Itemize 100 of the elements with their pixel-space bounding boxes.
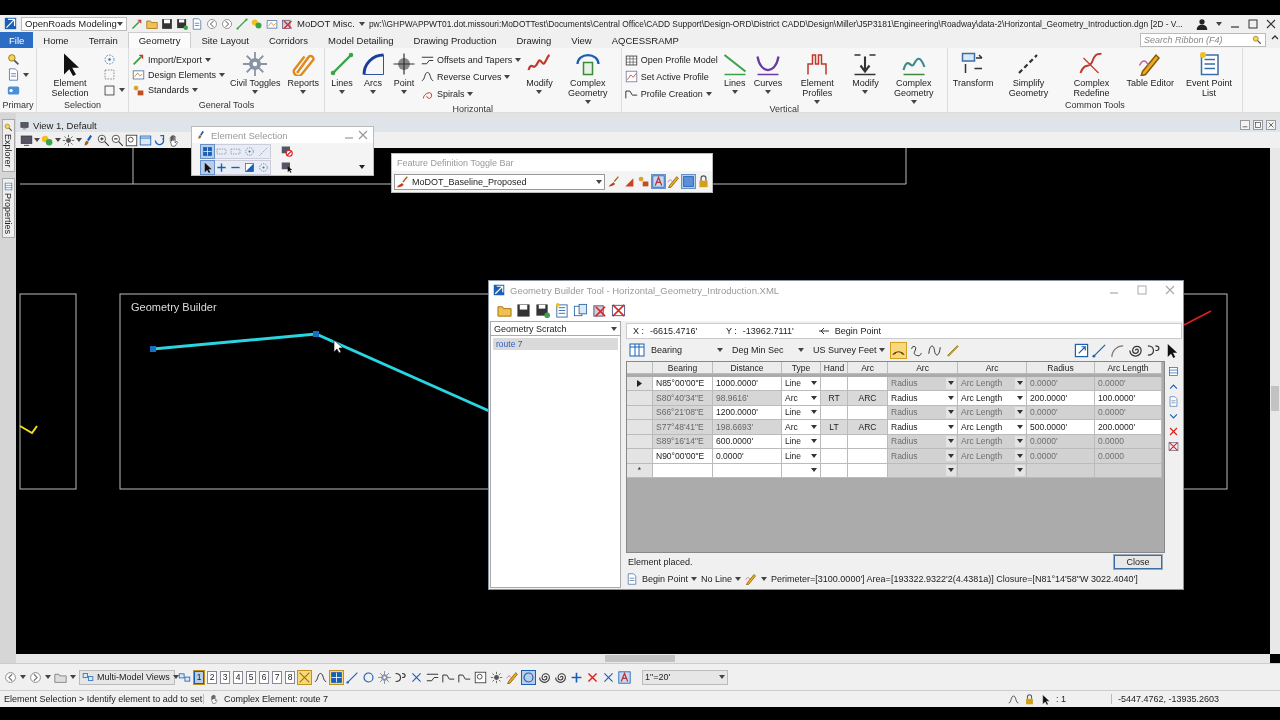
scale-dropdown[interactable]: 1"=20' (642, 669, 728, 685)
ribbon-tool[interactable]: Spirals (420, 87, 522, 101)
point-dropdown[interactable]: Begin Point (642, 574, 698, 584)
table-cell: 500.0000' (1027, 420, 1095, 435)
scratch-dropdown[interactable]: Geometry Scratch (491, 322, 620, 336)
ribbon-tool[interactable]: Lines (720, 50, 749, 104)
view-button[interactable]: 1 (194, 670, 204, 684)
table-cell: 0.0000' (713, 449, 782, 464)
ribbon-tool[interactable]: Import/Export (132, 53, 226, 67)
column-header: Bearing (653, 362, 713, 374)
view-button[interactable]: 8 (285, 670, 295, 684)
field-label: X : (633, 326, 644, 336)
ribbon-tab[interactable]: Drawing (506, 32, 562, 48)
view-button[interactable]: 4 (233, 670, 243, 684)
workflow-dropdown[interactable]: OpenRoads Modeling (21, 16, 127, 31)
dropdown-cell[interactable]: Radius (888, 420, 958, 435)
dropdown-cell[interactable]: Radius (888, 449, 958, 464)
table-cell: S77°48'41"E (653, 420, 713, 435)
line-dropdown[interactable]: No Line (701, 574, 742, 584)
dialog-titlebar: Element Selection (192, 127, 373, 143)
hand-button[interactable]: LT (821, 420, 848, 435)
search-field[interactable]: Search Ribbon (F4) (1140, 33, 1266, 47)
dropdown-cell[interactable]: Radius (888, 391, 958, 406)
ribbon-tab[interactable]: Corridors (258, 32, 319, 48)
toolbar-title: Feature Definition Toggle Bar (392, 154, 712, 171)
group-label: Common Tools (1063, 100, 1126, 112)
ribbon-tool[interactable]: Event Point List (1178, 50, 1239, 100)
ribbon-tab[interactable]: Home (33, 32, 79, 48)
arc-button[interactable]: ARC (848, 420, 888, 435)
ribbon-tab[interactable]: Model Detailing (318, 32, 404, 48)
point-label: Begin Point (834, 326, 881, 336)
dropdown-cell[interactable]: Radius (888, 376, 958, 391)
ribbon-tool[interactable]: Point (389, 50, 418, 104)
field-label: Y : (726, 326, 737, 336)
ribbon-tool[interactable]: Transform (950, 50, 996, 100)
arc-button[interactable]: ARC (848, 391, 888, 406)
ribbon-tool[interactable]: Open Profile Model (624, 53, 718, 67)
side-panel-tab[interactable]: Explorer (1, 119, 15, 172)
coordinate-value: -13962.7111' (742, 326, 795, 336)
selection-count: : 1 (1056, 694, 1067, 704)
ribbon-tool[interactable]: Element Selection (40, 50, 100, 100)
feature-dropdown[interactable]: MoDOT_Baseline_Proposed (394, 173, 605, 190)
ribbon-tab[interactable]: AQCESSRAMP (601, 32, 689, 48)
coordinate-value: -6615.4716' (650, 326, 699, 336)
dropdown-cell[interactable]: Arc Length (958, 449, 1027, 464)
ribbon-tool[interactable]: Standards (132, 83, 226, 97)
column-header: Type (782, 362, 821, 374)
ribbon-tool[interactable]: Profile Creation (624, 87, 718, 101)
dropdown-cell[interactable]: Arc Length (958, 376, 1027, 391)
dropdown-cell[interactable]: Line (782, 376, 821, 391)
ribbon-tab[interactable]: Terrain (78, 32, 128, 48)
ribbon-tool[interactable]: Reports (285, 50, 321, 100)
ribbon-tool[interactable]: Arcs (358, 50, 387, 104)
column-header: Arc Length (1095, 362, 1162, 374)
ribbon-tool[interactable]: Complex Geometry (883, 50, 944, 104)
ribbon-tab[interactable]: Geometry (127, 32, 192, 48)
group-label: Selection (63, 100, 102, 112)
ribbon-tool[interactable]: Reverse Curves (420, 70, 522, 84)
dropdown-cell[interactable]: Arc Length (958, 391, 1027, 406)
table-cell: 200.0000' (1095, 420, 1162, 435)
ribbon-tool[interactable]: Complex Geometry (557, 50, 618, 104)
table-cell: 1000.0000' (713, 376, 782, 391)
group-label: Horizontal (451, 104, 495, 114)
ribbon-tab[interactable]: Site Layout (191, 32, 259, 48)
table-cell: N85°00'00"E (653, 376, 713, 391)
ribbon-tool[interactable]: Complex Redefine (1061, 50, 1122, 100)
dropdown-cell[interactable]: Line (782, 449, 821, 464)
column-header: Radius (1027, 362, 1095, 374)
dropdown-cell[interactable]: Arc (782, 391, 821, 406)
ribbon-tab[interactable]: File (0, 32, 34, 48)
hand-button[interactable]: RT (821, 391, 848, 406)
group-label: Primary (1, 100, 35, 112)
ribbon-tool[interactable]: Lines (327, 50, 356, 104)
ribbon-tool[interactable]: Curves (751, 50, 785, 104)
dropdown-cell[interactable]: Arc Length (958, 420, 1027, 435)
status-prompt: Element Selection > Identify element to add to set (4, 694, 204, 704)
close-button[interactable]: Close (1114, 555, 1162, 569)
ribbon-tool[interactable]: Modify (850, 50, 881, 104)
view-button[interactable]: 6 (259, 670, 269, 684)
geometry-list-item[interactable]: route 7 (493, 338, 618, 350)
ribbon-tool[interactable]: Table Editor (1124, 50, 1176, 100)
table-cell: 0.0000' (1095, 376, 1162, 391)
ribbon-tool[interactable]: Simplify Geometry (998, 50, 1059, 100)
side-panel-tab[interactable]: Properties (1, 177, 15, 238)
column-header: Arc (958, 362, 1027, 374)
view-button[interactable]: 2 (207, 670, 217, 684)
ribbon-tool[interactable]: Set Active Profile (624, 70, 718, 84)
quick-access-menu[interactable]: MoDOT Misc. (297, 18, 355, 29)
view-button[interactable]: 3 (220, 670, 230, 684)
ribbon-tool[interactable]: Modify (524, 50, 555, 104)
table-cell: S80°40'34"E (653, 391, 713, 406)
ribbon-tab[interactable]: Drawing Production (403, 32, 507, 48)
ribbon-tab[interactable]: View (561, 32, 602, 48)
dropdown-cell[interactable]: Arc (782, 420, 821, 435)
ribbon-tool[interactable]: Design Elements (132, 68, 226, 82)
ribbon-tool[interactable]: Civil Toggles (228, 50, 283, 100)
view-button[interactable]: 7 (272, 670, 282, 684)
view-button[interactable]: 5 (246, 670, 256, 684)
ribbon-tool[interactable]: Element Profiles (787, 50, 848, 104)
ribbon-tool[interactable]: Offsets and Tapers (420, 53, 522, 67)
